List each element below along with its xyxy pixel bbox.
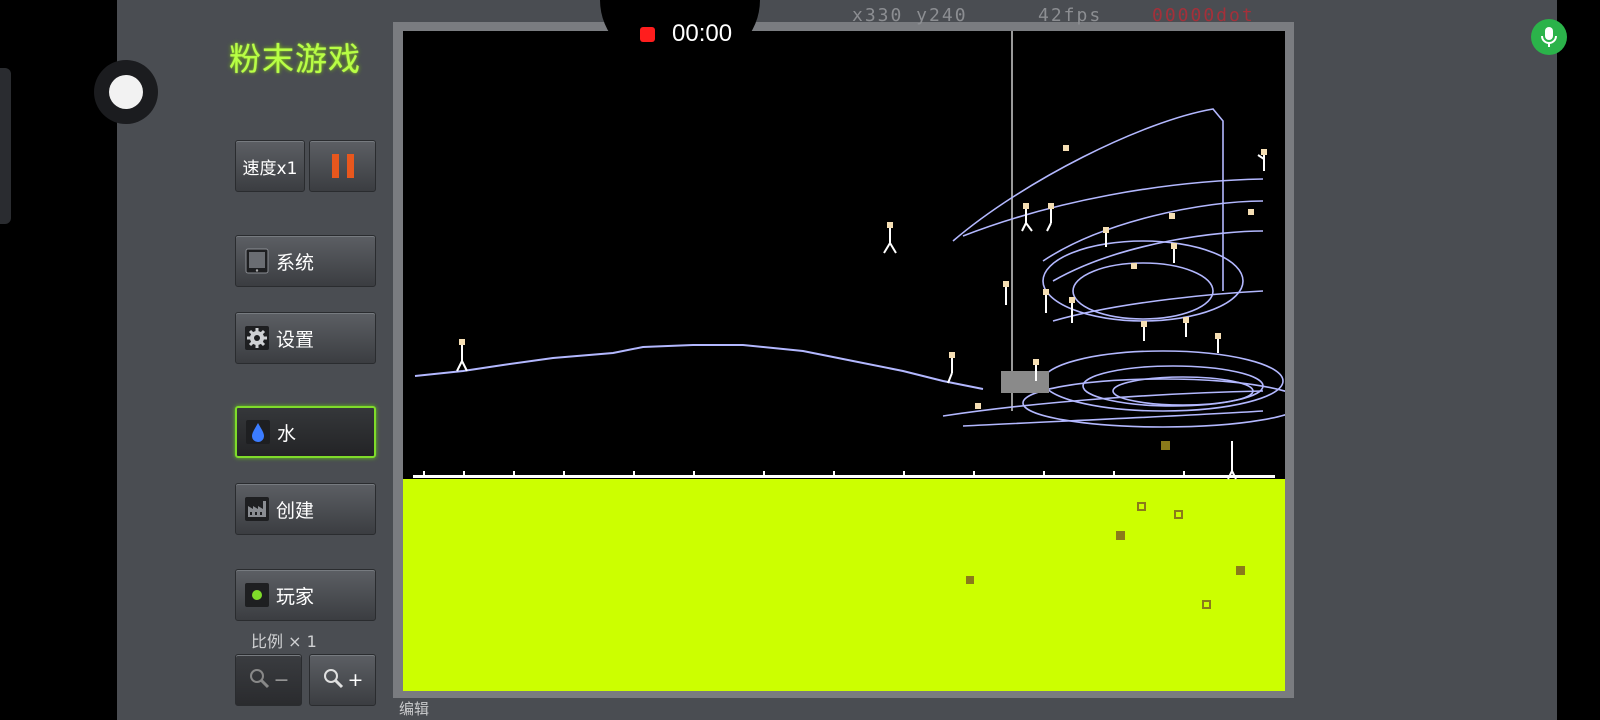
system-button[interactable]: 系统 <box>235 235 376 287</box>
zoom-out-button[interactable]: − <box>235 654 302 706</box>
gear-icon <box>244 325 270 351</box>
floating-assist-ball[interactable] <box>94 60 158 124</box>
speed-button[interactable]: 速度x1 <box>235 140 305 192</box>
edge-handle[interactable] <box>0 68 11 224</box>
stick-figure-bodies <box>456 154 1265 480</box>
stick-figure-heads <box>459 145 1267 409</box>
zoom-out-label: − <box>273 669 290 691</box>
grey-block <box>1001 371 1049 393</box>
hill-wire <box>414 344 984 390</box>
create-label: 创建 <box>276 499 315 522</box>
scale-label: 比例 × 1 <box>251 632 317 651</box>
tablet-icon <box>244 248 270 274</box>
assist-ball-knob <box>109 75 143 109</box>
player-label: 玩家 <box>276 585 315 608</box>
canvas-drawing <box>403 31 1285 691</box>
pause-icon-bar-left <box>331 154 339 178</box>
zoom-in-label: + <box>347 669 364 691</box>
search-icon <box>248 667 270 694</box>
system-label: 系统 <box>276 251 315 274</box>
fps-readout: 42fps <box>1038 5 1103 26</box>
powder-floor <box>403 479 1285 691</box>
microphone-icon[interactable] <box>1531 19 1567 55</box>
player-button[interactable]: 玩家 <box>235 569 376 621</box>
edit-mode-label: 编辑 <box>399 700 430 718</box>
dot-count-readout: 00000dot <box>1152 5 1255 26</box>
factory-icon <box>244 496 270 522</box>
speed-label: 速度x1 <box>242 158 298 179</box>
record-icon <box>640 27 655 42</box>
coordinate-readout: x330 y240 <box>852 5 968 26</box>
water-drop-icon <box>245 419 271 445</box>
ground-surface-particles <box>413 471 1275 478</box>
water-label: 水 <box>277 422 297 445</box>
record-timer: 00:00 <box>672 20 733 47</box>
pause-icon-bar-right <box>346 154 354 178</box>
water-button[interactable]: 水 <box>235 406 376 458</box>
zoom-in-button[interactable]: + <box>309 654 376 706</box>
search-icon <box>322 667 344 694</box>
player-dot-icon <box>244 582 270 608</box>
wire-swirl <box>942 108 1285 428</box>
settings-label: 设置 <box>276 328 315 351</box>
app-title: 粉末游戏 <box>229 40 362 78</box>
game-canvas[interactable] <box>403 31 1285 691</box>
create-button[interactable]: 创建 <box>235 483 376 535</box>
pause-button[interactable] <box>309 140 376 192</box>
settings-button[interactable]: 设置 <box>235 312 376 364</box>
